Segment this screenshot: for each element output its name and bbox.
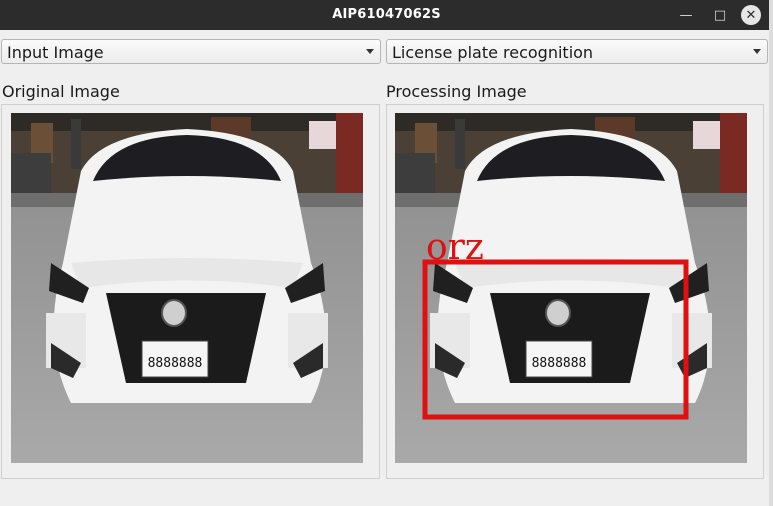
title-bar: AIP61047062S — □ ✕ [0, 0, 773, 30]
window-right-edge [769, 0, 773, 506]
minimize-icon[interactable]: — [675, 4, 697, 26]
processing-image-panel: 8888888 orz [386, 104, 764, 479]
chevron-down-icon [366, 49, 374, 54]
processing-mode-value: License plate recognition [392, 43, 594, 62]
original-image-panel: 8888888 [1, 104, 380, 479]
input-source-dropdown[interactable]: Input Image [1, 39, 381, 64]
original-image-heading: Original Image [2, 82, 120, 101]
plate-text-processed: 8888888 [532, 356, 587, 371]
detection-label: orz [426, 227, 484, 268]
processed-car-photo: 8888888 orz [395, 113, 747, 463]
processing-image-heading: Processing Image [386, 82, 527, 101]
close-icon[interactable]: ✕ [741, 5, 761, 25]
maximize-icon[interactable]: □ [709, 4, 731, 26]
plate-text: 8888888 [148, 356, 203, 371]
chevron-down-icon [753, 49, 761, 54]
input-source-value: Input Image [7, 43, 104, 62]
original-car-photo: 8888888 [11, 113, 363, 463]
processing-mode-dropdown[interactable]: License plate recognition [386, 39, 768, 64]
window-title: AIP61047062S [332, 7, 441, 22]
